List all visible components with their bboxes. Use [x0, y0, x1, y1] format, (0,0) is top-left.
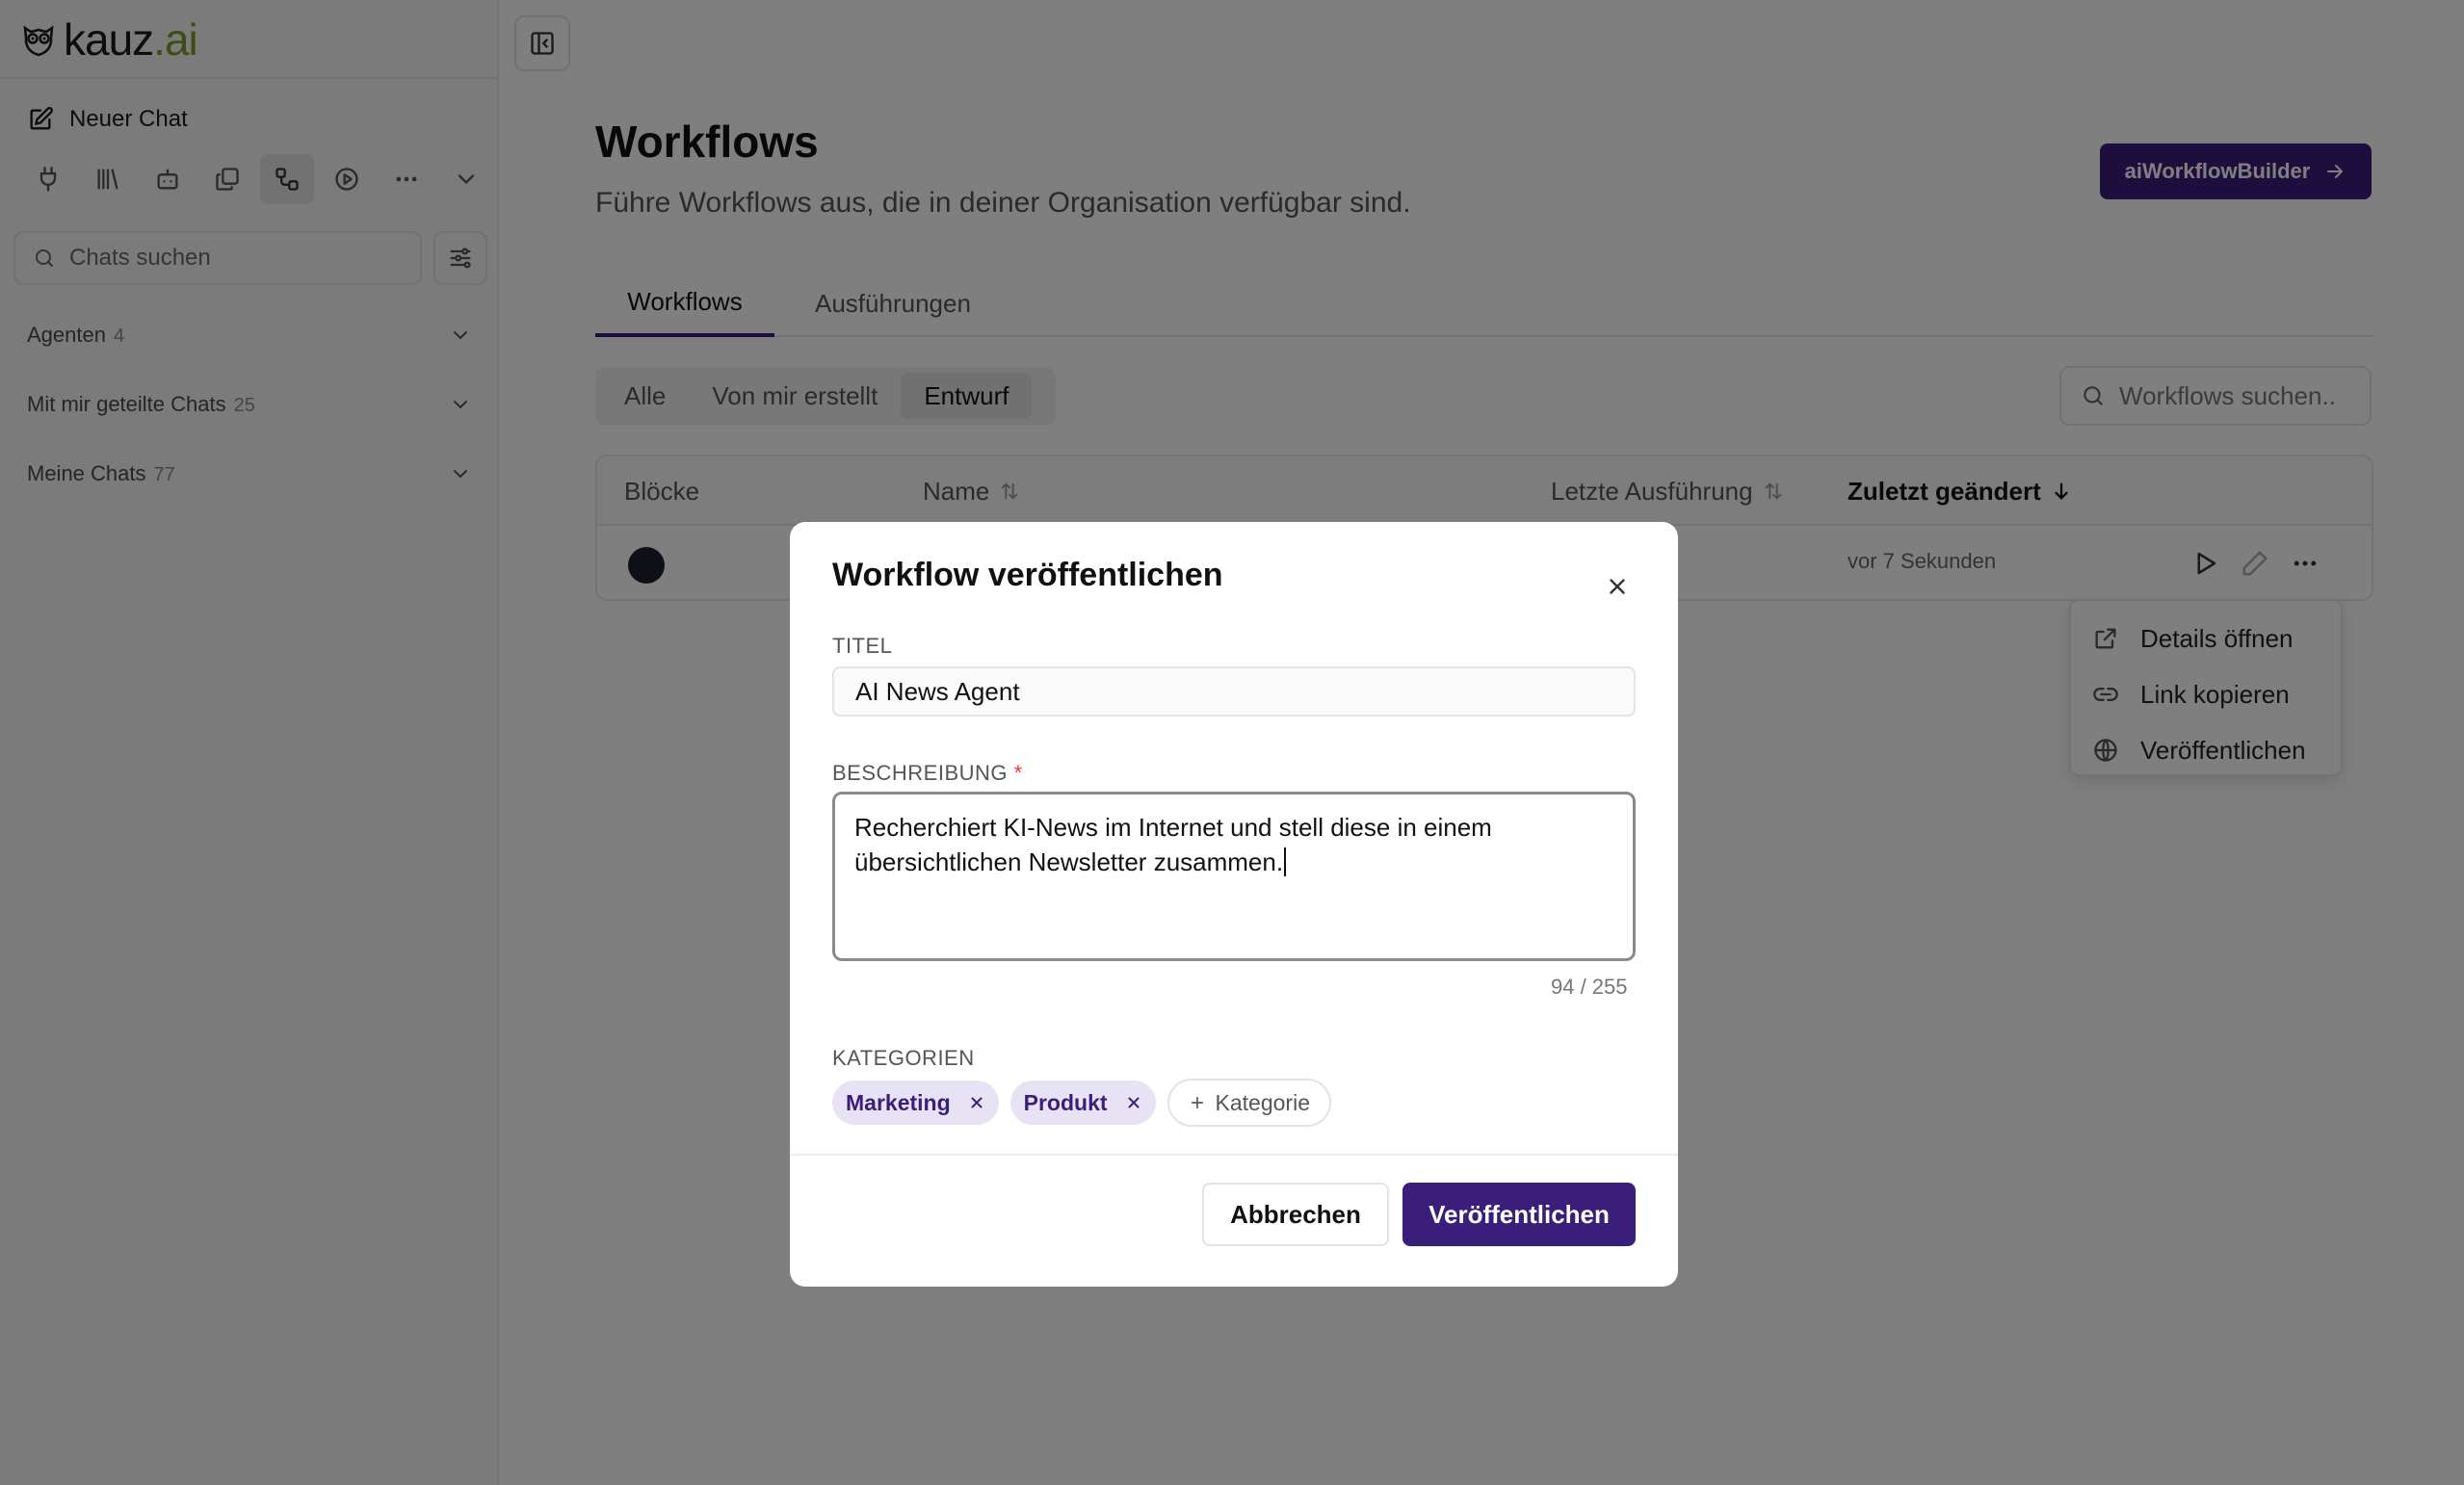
remove-chip-icon[interactable]: [1125, 1094, 1142, 1111]
category-chip-marketing: Marketing: [832, 1081, 999, 1125]
required-marker: *: [1013, 761, 1023, 785]
cancel-button[interactable]: Abbrechen: [1202, 1183, 1389, 1246]
chip-label: Marketing: [846, 1089, 951, 1115]
close-button[interactable]: [1601, 570, 1634, 603]
description-text: Recherchiert KI-News im Internet und ste…: [854, 813, 1492, 876]
categories-label: KATEGORIEN: [832, 1046, 975, 1070]
plus-icon: [1191, 1096, 1203, 1109]
title-input[interactable]: AI News Agent: [832, 666, 1636, 716]
add-category-label: Kategorie: [1215, 1089, 1310, 1115]
chip-label: Produkt: [1023, 1089, 1108, 1115]
publish-workflow-dialog: Workflow veröffentlichen TITEL AI News A…: [790, 522, 1678, 1287]
dialog-title: Workflow veröffentlichen: [832, 557, 1223, 593]
title-label: TITEL: [832, 634, 893, 658]
publish-button[interactable]: Veröffentlichen: [1402, 1183, 1636, 1246]
category-chips: Marketing Produkt Kategorie: [832, 1079, 1331, 1127]
character-count: 94 / 255: [1551, 975, 1628, 999]
description-label: BESCHREIBUNG *: [832, 761, 1023, 785]
add-category-button[interactable]: Kategorie: [1166, 1079, 1331, 1127]
dialog-divider: [790, 1154, 1678, 1156]
category-chip-produkt: Produkt: [1009, 1081, 1156, 1125]
remove-chip-icon[interactable]: [968, 1094, 985, 1111]
text-caret: [1284, 847, 1287, 876]
description-textarea[interactable]: Recherchiert KI-News im Internet und ste…: [832, 792, 1636, 961]
close-icon: [1610, 579, 1625, 594]
